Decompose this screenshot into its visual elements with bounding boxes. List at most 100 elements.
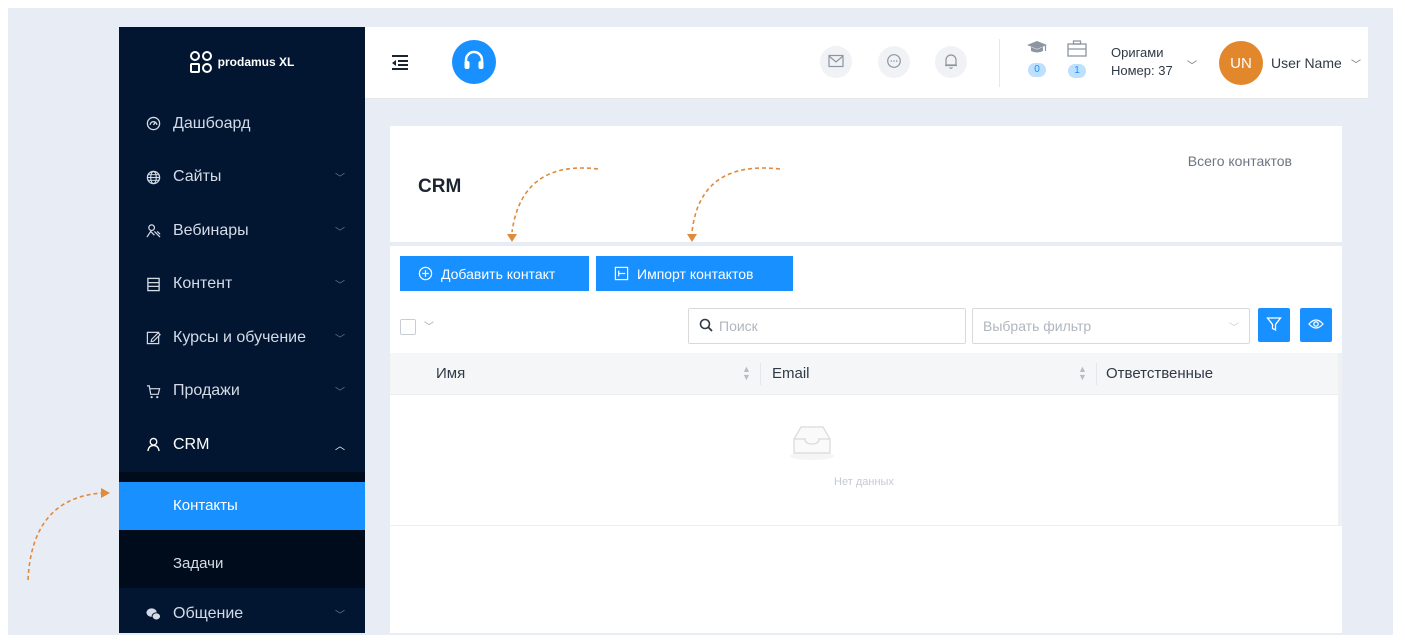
chevron-down-icon: ﹀ (335, 387, 345, 399)
column-header-name[interactable]: Имя (436, 365, 465, 382)
dashboard-icon (145, 116, 161, 132)
search-input[interactable]: Поиск (688, 308, 966, 344)
user-name[interactable]: User Name (1271, 55, 1342, 71)
headset-icon (461, 48, 487, 77)
apply-filter-button[interactable] (1258, 308, 1290, 342)
import-icon (614, 266, 629, 281)
sidebar-item-label: Общение (173, 605, 244, 623)
sidebar-item-content[interactable]: Контент ﹀ (119, 258, 365, 312)
sidebar-item-label: Продажи (173, 382, 240, 400)
search-placeholder: Поиск (719, 318, 758, 334)
sidebar-item-dashboard[interactable]: Дашбоард (119, 97, 365, 151)
sidebar-subitem-tasks[interactable]: Задачи (119, 539, 365, 588)
add-contact-label: Добавить контакт (441, 265, 556, 282)
contacts-card: Добавить контакт Импорт контактов ﹀ Поис… (390, 246, 1342, 633)
menu-collapse-icon[interactable] (390, 52, 410, 72)
sidebar-item-label: Дашбоард (173, 114, 251, 132)
filter-placeholder: Выбрать фильтр (983, 318, 1092, 334)
column-divider (1096, 363, 1097, 385)
sort-icon[interactable]: ▲ ▼ (742, 365, 751, 382)
column-header-email[interactable]: Email (772, 365, 810, 382)
table-scrollbar[interactable] (1338, 353, 1342, 526)
project-name: Оригами (1111, 45, 1164, 60)
frame-border-bottom (0, 635, 1405, 643)
sort-icon[interactable]: ▲ ▼ (1078, 365, 1087, 382)
bell-icon (944, 53, 958, 72)
sidebar-item-label: Курсы и обучение (173, 328, 306, 346)
app-frame: prodamus XL Дашбоард Сайты ﹀ Вебинары ﹀ (0, 0, 1405, 643)
cart-icon (145, 383, 161, 399)
globe-icon (145, 169, 161, 185)
project-selector[interactable]: Оригами Номер: 37 (1111, 44, 1173, 80)
empty-state: Нет данных (390, 396, 1338, 526)
sidebar-item-courses[interactable]: Курсы и обучение ﹀ (119, 311, 365, 365)
page-header-card: CRM Всего контактов (390, 126, 1342, 242)
sidebar-item-webinars[interactable]: Вебинары ﹀ (119, 204, 365, 258)
sidebar-item-sales[interactable]: Продажи ﹀ (119, 365, 365, 419)
sidebar-item-communication[interactable]: Общение ﹀ (119, 588, 365, 634)
empty-inbox-icon (786, 421, 838, 464)
funnel-icon (1266, 316, 1282, 335)
chevron-down-icon[interactable]: ﹀ (1351, 56, 1361, 71)
notifications-button[interactable] (935, 46, 967, 78)
support-button[interactable] (452, 40, 496, 84)
orders-count-badge: 1 (1068, 64, 1086, 78)
sidebar-item-label: Вебинары (173, 221, 249, 239)
chevron-down-icon: ﹀ (335, 227, 345, 239)
sidebar-item-sites[interactable]: Сайты ﹀ (119, 151, 365, 205)
filter-select[interactable]: Выбрать фильтр ﹀ (972, 308, 1250, 344)
webinar-icon (145, 223, 161, 239)
chevron-down-icon: ﹀ (335, 334, 345, 346)
sidebar-item-label: Сайты (173, 168, 222, 186)
page-title: CRM (418, 176, 462, 197)
content-icon (145, 276, 161, 292)
add-contact-button[interactable]: Добавить контакт (400, 256, 589, 291)
sidebar-subitem-contacts[interactable]: Контакты (119, 481, 365, 530)
table-header: Имя ▲ ▼ Email ▲ ▼ Ответственные (390, 353, 1338, 395)
course-icon (145, 330, 161, 346)
submenu-spacer (119, 471, 365, 482)
column-visibility-button[interactable] (1300, 308, 1332, 342)
mail-icon (828, 54, 844, 71)
message-bubble-icon (886, 53, 902, 72)
courses-count-badge: 0 (1028, 63, 1046, 77)
messages-button[interactable] (878, 46, 910, 78)
header-divider (999, 39, 1000, 87)
chevron-down-icon[interactable]: ﹀ (424, 318, 434, 333)
chevron-down-icon: ﹀ (1229, 323, 1239, 334)
chevron-down-icon: ﹀ (335, 280, 345, 292)
sidebar: prodamus XL Дашбоард Сайты ﹀ Вебинары ﹀ (119, 27, 365, 633)
chevron-up-icon: ︿ (335, 441, 345, 453)
frame-border-right (1393, 0, 1405, 643)
frame-border-top (0, 0, 1405, 8)
avatar[interactable]: UN (1219, 41, 1263, 85)
frame-border-left (0, 0, 8, 643)
logo-icon (189, 51, 212, 73)
column-divider (760, 363, 761, 385)
logo[interactable]: prodamus XL (119, 27, 365, 97)
chat-icon (145, 606, 161, 622)
user-icon (145, 437, 161, 453)
sidebar-item-label: Контент (173, 275, 233, 293)
chevron-down-icon: ﹀ (335, 173, 345, 185)
chevron-down-icon: ﹀ (335, 610, 345, 622)
import-contacts-button[interactable]: Импорт контактов (596, 256, 793, 291)
sidebar-item-crm[interactable]: CRM ︿ (119, 418, 365, 472)
column-header-responsible[interactable]: Ответственные (1106, 365, 1213, 382)
courses-widget[interactable]: 0 (1025, 40, 1049, 77)
sidebar-item-label: CRM (173, 435, 210, 453)
empty-state-text: Нет данных (834, 476, 894, 488)
mail-button[interactable] (820, 46, 852, 78)
plus-circle-icon (418, 266, 433, 281)
graduation-cap-icon (1025, 40, 1049, 59)
briefcase-icon (1065, 40, 1089, 60)
eye-icon (1308, 317, 1324, 333)
project-number: Номер: 37 (1111, 63, 1173, 78)
select-all-checkbox[interactable] (400, 319, 416, 335)
orders-widget[interactable]: 1 (1065, 40, 1089, 78)
chevron-down-icon[interactable]: ﹀ (1187, 57, 1197, 72)
submenu-spacer (119, 529, 365, 540)
import-contacts-label: Импорт контактов (637, 265, 754, 282)
search-icon (699, 318, 713, 335)
top-header: 0 1 Оригами Номер: 37 ﹀ UN User Name ﹀ (365, 27, 1368, 99)
